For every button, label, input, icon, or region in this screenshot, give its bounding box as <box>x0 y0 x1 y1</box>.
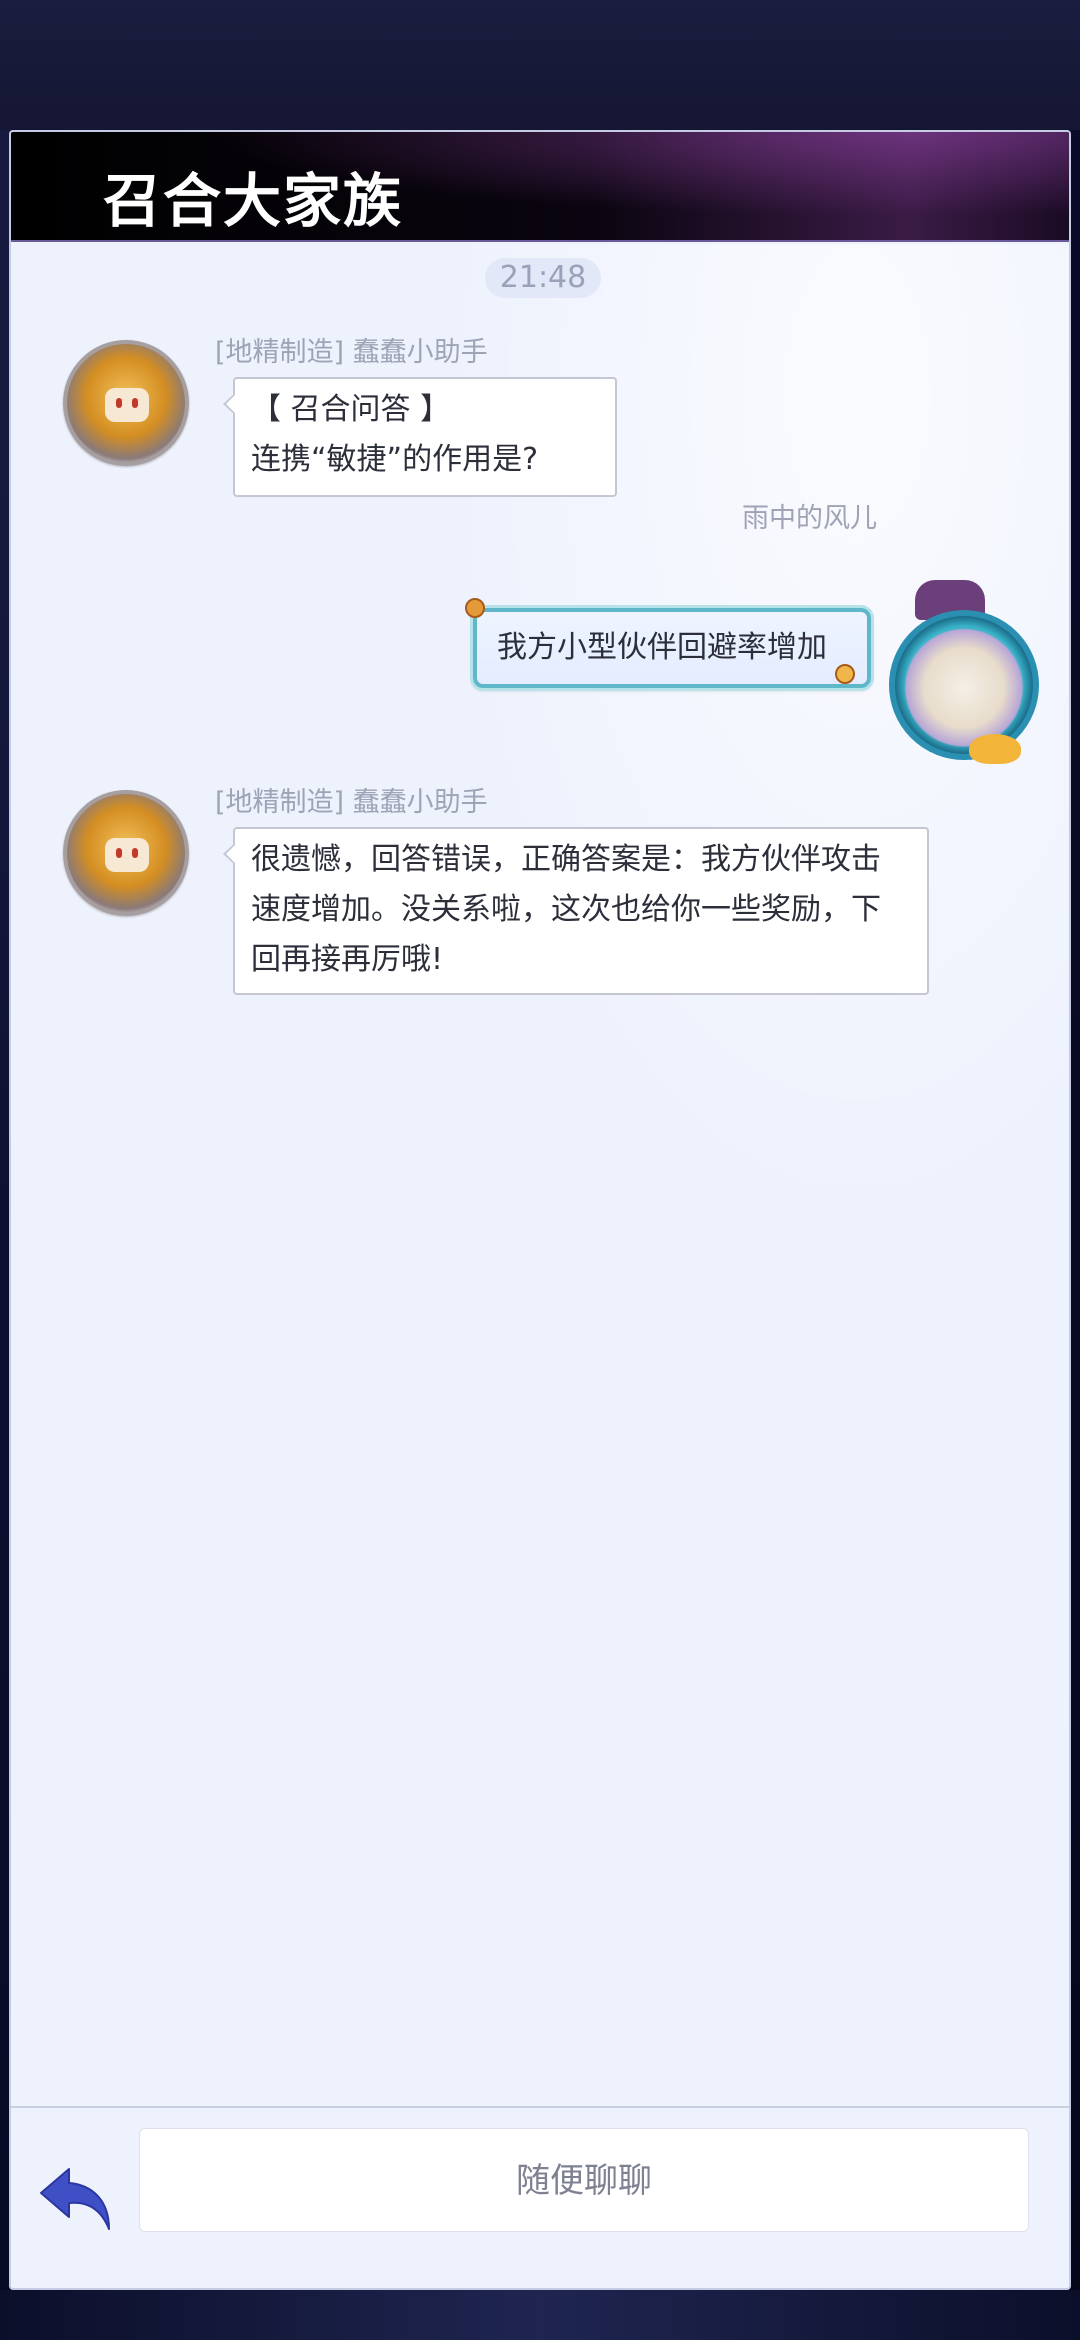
message-line: 连携“敏捷”的作用是? <box>251 442 539 477</box>
back-arrow-icon <box>40 2168 110 2230</box>
background-bottom <box>0 2290 1080 2340</box>
robot-face-icon <box>105 838 149 872</box>
back-button[interactable] <box>37 2160 117 2240</box>
page-title: 召合大家族 <box>103 167 404 235</box>
bot-avatar[interactable] <box>63 340 189 466</box>
bot-avatar[interactable] <box>63 790 189 916</box>
sender-name: [地精制造] 蠢蠢小助手 <box>215 337 488 368</box>
background-top <box>0 0 1080 130</box>
duck-decoration-icon <box>835 664 855 684</box>
message-bubble[interactable]: 【 召合问答 】 连携“敏捷”的作用是? <box>223 377 617 497</box>
self-message-bubble[interactable]: 我方小型伙伴回避率增加 <box>473 608 871 688</box>
message-line: 回再接再厉哦! <box>251 942 444 977</box>
duck-toy-icon <box>969 734 1021 764</box>
candy-decoration-icon <box>465 598 485 618</box>
chat-panel: 召合大家族 21:48 [地精制造] 蠢蠢小助手 【 召合问答 】 连携“敏捷”… <box>9 130 1071 2290</box>
panel-header: 召合大家族 <box>11 132 1069 242</box>
timestamp: 21:48 <box>485 258 601 298</box>
message-line: 很遗憾，回答错误，正确答案是：我方伙伴攻击 <box>251 842 881 877</box>
chat-input[interactable]: 随便聊聊 <box>139 2128 1029 2232</box>
sender-name: [地精制造] 蠢蠢小助手 <box>215 787 488 818</box>
chat-message-list[interactable]: 21:48 [地精制造] 蠢蠢小助手 【 召合问答 】 连携“敏捷”的作用是? … <box>11 244 1069 2104</box>
self-avatar[interactable] <box>889 610 1039 760</box>
robot-face-icon <box>105 388 149 422</box>
message-bubble[interactable]: 很遗憾，回答错误，正确答案是：我方伙伴攻击 速度增加。没关系啦，这次也给你一些奖… <box>223 827 929 995</box>
message-line: 速度增加。没关系啦，这次也给你一些奖励，下 <box>251 892 881 927</box>
chat-footer: 随便聊聊 <box>11 2106 1069 2288</box>
message-line: 我方小型伙伴回避率增加 <box>497 630 827 665</box>
message-line: 【 召合问答 】 <box>251 392 451 427</box>
self-sender-name: 雨中的风儿 <box>742 503 877 534</box>
